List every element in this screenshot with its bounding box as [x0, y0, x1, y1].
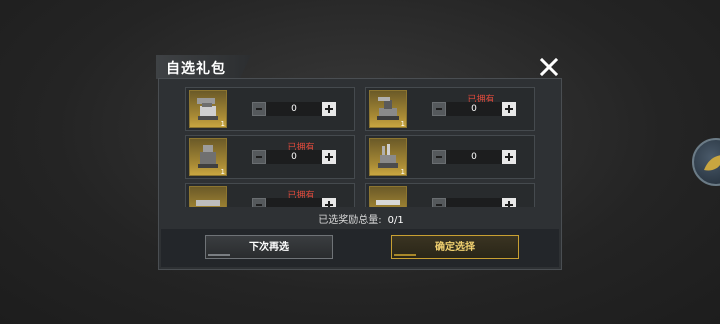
item-icon-3: 1 [189, 138, 227, 176]
confirm-selection-label: 确定选择 [435, 242, 475, 253]
minus-button-1[interactable] [252, 102, 266, 116]
plus-button-5[interactable] [322, 198, 336, 207]
dialog-footer: 下次再选 确定选择 [161, 229, 559, 267]
eagle-icon [704, 155, 720, 171]
plus-button-6[interactable] [502, 198, 516, 207]
button-corner-decoration [394, 254, 416, 256]
plus-button-1[interactable] [322, 102, 336, 116]
confirm-selection-button[interactable]: 确定选择 [391, 235, 519, 259]
button-corner-decoration [208, 254, 230, 256]
minus-button-3[interactable] [252, 150, 266, 164]
close-icon [539, 57, 559, 77]
quantity-stepper-2: 0 [432, 102, 520, 118]
tower-icon [198, 145, 218, 168]
dialog-panel: 1 0 1 已拥有 0 1 已拥有 0 1 0 已拥有 已选奖励总量: 0/1 … [158, 78, 562, 270]
turret-icon [197, 98, 218, 120]
plus-button-4[interactable] [502, 150, 516, 164]
item-icon-2: 1 [369, 90, 407, 128]
quantity-stepper-3: 0 [252, 150, 340, 166]
minus-button-6[interactable] [432, 198, 446, 207]
plus-button-3[interactable] [322, 150, 336, 164]
reward-card-5[interactable]: 已拥有 [185, 183, 355, 207]
close-button[interactable] [539, 57, 559, 77]
item-icon-1: 1 [189, 90, 227, 128]
gift-pack-dialog: 自选礼包 1 0 1 已拥有 0 1 已拥有 0 1 0 已拥有 已选奖励总量:… [156, 54, 564, 270]
summary-value: 0/1 [387, 215, 404, 226]
item-count-4: 1 [400, 168, 405, 176]
artillery-icon [378, 144, 398, 168]
rocket-icon [376, 200, 400, 205]
plus-button-2[interactable] [502, 102, 516, 116]
dialog-title-bar: 自选礼包 [156, 54, 564, 80]
item-icon-5 [189, 186, 227, 207]
quantity-field-3[interactable]: 0 [266, 150, 322, 164]
reward-list[interactable]: 1 0 1 已拥有 0 1 已拥有 0 1 0 已拥有 [161, 81, 559, 207]
missile-icon [196, 200, 220, 206]
item-count-3: 1 [220, 168, 225, 176]
selection-summary: 已选奖励总量: 0/1 [159, 211, 563, 226]
minus-button-4[interactable] [432, 150, 446, 164]
quantity-field-6[interactable] [446, 198, 502, 207]
minus-button-2[interactable] [432, 102, 446, 116]
reward-card-2[interactable]: 1 已拥有 0 [365, 87, 535, 131]
quantity-field-1[interactable]: 0 [266, 102, 322, 116]
reward-card-4[interactable]: 1 0 [365, 135, 535, 179]
quantity-field-4[interactable]: 0 [446, 150, 502, 164]
item-count-2: 1 [400, 120, 405, 128]
quantity-stepper-6 [432, 198, 520, 207]
choose-later-label: 下次再选 [249, 242, 289, 253]
quantity-stepper-5 [252, 198, 340, 207]
quantity-stepper-1: 0 [252, 102, 340, 118]
quantity-field-5[interactable] [266, 198, 322, 207]
choose-later-button[interactable]: 下次再选 [205, 235, 333, 259]
reward-card-1[interactable]: 1 0 [185, 87, 355, 131]
summary-label: 已选奖励总量: [318, 215, 382, 226]
dialog-title: 自选礼包 [166, 61, 226, 77]
minus-button-5[interactable] [252, 198, 266, 207]
quantity-stepper-4: 0 [432, 150, 520, 166]
item-icon-4: 1 [369, 138, 407, 176]
item-count-1: 1 [220, 120, 225, 128]
reward-card-6[interactable] [365, 183, 535, 207]
item-icon-6 [369, 186, 407, 207]
reward-card-3[interactable]: 1 已拥有 0 [185, 135, 355, 179]
cannon-turret-icon [377, 97, 399, 120]
quantity-field-2[interactable]: 0 [446, 102, 502, 116]
